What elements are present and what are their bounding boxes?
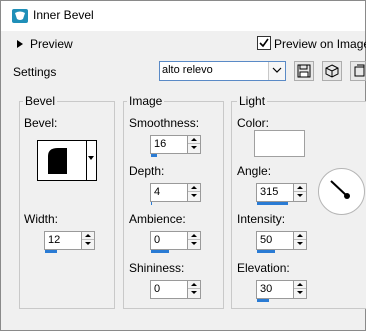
ambience-spinner[interactable]: 0 xyxy=(150,231,201,253)
intensity-label: Intensity: xyxy=(237,212,286,226)
elevation-stepper[interactable] xyxy=(293,281,306,298)
spin-down-icon[interactable] xyxy=(294,240,306,248)
intensity-slider-bar[interactable] xyxy=(257,250,275,253)
shininess-stepper[interactable] xyxy=(187,281,200,298)
spin-down-icon[interactable] xyxy=(188,240,200,248)
dial-needle-icon xyxy=(330,180,350,199)
spin-down-icon[interactable] xyxy=(82,240,94,248)
ambience-value: 0 xyxy=(154,234,161,246)
spin-up-icon[interactable] xyxy=(294,281,306,289)
depth-slider-bar[interactable] xyxy=(151,202,152,205)
angle-spinner[interactable]: 315 xyxy=(256,183,307,205)
bevel-shape-icon xyxy=(48,148,76,174)
angle-stepper[interactable] xyxy=(293,184,306,201)
intensity-spinner[interactable]: 50 xyxy=(256,231,307,253)
ambience-label: Ambience: xyxy=(129,212,186,226)
width-stepper[interactable] xyxy=(81,232,94,249)
shininess-spinner[interactable]: 0 xyxy=(150,280,201,299)
smoothness-value: 16 xyxy=(154,138,167,150)
bevel-shape-picker[interactable] xyxy=(37,140,97,181)
light-group-title: Light xyxy=(237,94,268,108)
image-group xyxy=(123,101,224,309)
preview-on-image-label[interactable]: Preview on Image xyxy=(274,37,366,51)
image-group-title: Image xyxy=(127,94,165,108)
ambience-slider-bar[interactable] xyxy=(151,250,169,253)
light-color-swatch[interactable] xyxy=(254,130,305,157)
preset-combo[interactable]: alto relevo xyxy=(159,61,286,81)
width-value: 12 xyxy=(48,234,61,246)
shininess-value: 0 xyxy=(154,283,161,295)
save-preset-button[interactable] xyxy=(294,61,314,81)
elevation-label: Elevation: xyxy=(237,261,290,275)
angle-value: 315 xyxy=(260,186,279,198)
bevel-group-title: Bevel xyxy=(23,94,58,108)
elevation-spinner[interactable]: 30 xyxy=(256,280,307,302)
ambience-stepper[interactable] xyxy=(187,232,200,249)
expand-arrow-icon[interactable] xyxy=(17,40,23,48)
spin-up-icon[interactable] xyxy=(188,136,200,144)
spin-down-icon[interactable] xyxy=(188,289,200,297)
elevation-slider-bar[interactable] xyxy=(257,299,269,302)
smoothness-stepper[interactable] xyxy=(187,136,200,153)
settings-label: Settings xyxy=(13,65,57,79)
preview-toggle[interactable]: Preview xyxy=(30,37,73,51)
smoothness-label: Smoothness: xyxy=(129,116,200,130)
chevron-down-icon[interactable] xyxy=(268,62,285,80)
depth-label: Depth: xyxy=(129,164,165,178)
intensity-stepper[interactable] xyxy=(293,232,306,249)
width-label: Width: xyxy=(24,212,59,226)
spin-up-icon[interactable] xyxy=(294,232,306,240)
depth-value: 4 xyxy=(154,186,161,198)
angle-slider-bar[interactable] xyxy=(257,202,288,205)
bevel-group xyxy=(19,101,115,309)
bevel-label: Bevel: xyxy=(24,116,58,130)
elevation-value: 30 xyxy=(260,283,273,295)
width-slider-bar[interactable] xyxy=(45,250,57,253)
shininess-label: Shininess: xyxy=(129,261,185,275)
bevel-dropdown-icon[interactable] xyxy=(88,156,94,160)
window-title: Inner Bevel xyxy=(33,8,94,22)
reset-button[interactable] xyxy=(350,61,366,81)
spin-down-icon[interactable] xyxy=(188,192,200,200)
app-icon xyxy=(12,9,28,23)
smoothness-spinner[interactable]: 16 xyxy=(150,135,201,157)
spin-up-icon[interactable] xyxy=(82,232,94,240)
angle-label: Angle: xyxy=(237,164,272,178)
spin-up-icon[interactable] xyxy=(188,184,200,192)
angle-dial[interactable] xyxy=(318,168,365,215)
preview-on-image-checkbox[interactable] xyxy=(257,36,271,50)
resource-manager-button[interactable] xyxy=(322,61,342,81)
smoothness-slider-bar[interactable] xyxy=(151,154,157,157)
depth-stepper[interactable] xyxy=(187,184,200,201)
color-label: Color: xyxy=(237,116,270,130)
spin-up-icon[interactable] xyxy=(188,232,200,240)
spin-up-icon[interactable] xyxy=(188,281,200,289)
intensity-value: 50 xyxy=(260,234,273,246)
spin-down-icon[interactable] xyxy=(188,144,200,152)
bevel-divider xyxy=(86,141,87,180)
spin-up-icon[interactable] xyxy=(294,184,306,192)
width-spinner[interactable]: 12 xyxy=(44,231,95,253)
preset-value: alto relevo xyxy=(162,64,213,76)
spin-down-icon[interactable] xyxy=(294,192,306,200)
depth-spinner[interactable]: 4 xyxy=(150,183,201,205)
spin-down-icon[interactable] xyxy=(294,289,306,297)
